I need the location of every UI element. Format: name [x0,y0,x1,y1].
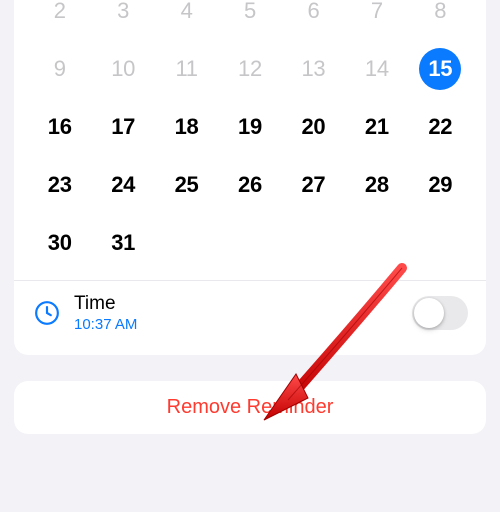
calendar-cell: 9 [28,48,91,90]
calendar-day[interactable]: 27 [292,164,334,206]
remove-reminder-label: Remove Reminder [167,396,334,418]
calendar-cell: 21 [345,106,408,148]
calendar-day[interactable]: 11 [166,48,208,90]
time-value: 10:37 AM [74,316,412,333]
calendar-cell: 3 [91,0,154,32]
calendar-grid: 2345678910111213141516171819202122232425… [28,0,472,280]
calendar-cell: 22 [409,106,472,148]
calendar-day[interactable]: 7 [356,0,398,32]
calendar-cell: 14 [345,48,408,90]
calendar-day[interactable]: 28 [356,164,398,206]
calendar-cell: 28 [345,164,408,206]
calendar-cell: 19 [218,106,281,148]
calendar-cell: 6 [282,0,345,32]
calendar-day[interactable]: 6 [292,0,334,32]
calendar-cell: 10 [91,48,154,90]
calendar-card: 2345678910111213141516171819202122232425… [14,0,486,355]
calendar-cell: 16 [28,106,91,148]
calendar-day[interactable]: 10 [102,48,144,90]
calendar-cell: 11 [155,48,218,90]
calendar-cell: 26 [218,164,281,206]
calendar-cell: 20 [282,106,345,148]
calendar-day[interactable]: 23 [39,164,81,206]
remove-reminder-button[interactable]: Remove Reminder [14,381,486,434]
time-toggle[interactable] [412,296,468,330]
calendar-day[interactable]: 26 [229,164,271,206]
calendar-cell: 8 [409,0,472,32]
calendar-day[interactable]: 4 [166,0,208,32]
calendar-day[interactable]: 18 [166,106,208,148]
calendar-cell: 18 [155,106,218,148]
calendar-day[interactable]: 31 [102,222,144,264]
toggle-knob [414,298,444,328]
time-label: Time [74,293,412,315]
clock-icon [32,298,62,328]
calendar-cell: 23 [28,164,91,206]
calendar-day[interactable]: 17 [102,106,144,148]
calendar-day[interactable]: 5 [229,0,271,32]
calendar-day[interactable]: 8 [419,0,461,32]
calendar-day[interactable]: 3 [102,0,144,32]
calendar-day[interactable]: 9 [39,48,81,90]
time-text: Time 10:37 AM [74,293,412,333]
calendar-cell: 12 [218,48,281,90]
calendar-day[interactable]: 12 [229,48,271,90]
calendar-cell: 2 [28,0,91,32]
calendar-day[interactable]: 29 [419,164,461,206]
calendar-cell: 5 [218,0,281,32]
calendar-cell: 30 [28,222,91,264]
calendar-day[interactable]: 24 [102,164,144,206]
calendar-day[interactable]: 25 [166,164,208,206]
calendar-cell [282,222,345,264]
calendar-day[interactable]: 14 [356,48,398,90]
calendar-day[interactable]: 13 [292,48,334,90]
calendar-cell [218,222,281,264]
calendar-cell: 7 [345,0,408,32]
calendar-day[interactable]: 2 [39,0,81,32]
calendar-day[interactable]: 30 [39,222,81,264]
calendar-day[interactable]: 19 [229,106,271,148]
calendar-cell: 27 [282,164,345,206]
calendar-cell: 17 [91,106,154,148]
calendar-cell: 15 [409,48,472,90]
calendar-day-selected[interactable]: 15 [419,48,461,90]
calendar-cell [155,222,218,264]
calendar-cell: 13 [282,48,345,90]
calendar-cell: 4 [155,0,218,32]
calendar-day[interactable]: 22 [419,106,461,148]
calendar-day[interactable]: 20 [292,106,334,148]
calendar-cell: 29 [409,164,472,206]
calendar-cell [409,222,472,264]
calendar-day[interactable]: 21 [356,106,398,148]
calendar-cell: 25 [155,164,218,206]
calendar-day[interactable]: 16 [39,106,81,148]
calendar-cell [345,222,408,264]
time-row[interactable]: Time 10:37 AM [14,280,486,345]
calendar-cell: 31 [91,222,154,264]
calendar-cell: 24 [91,164,154,206]
